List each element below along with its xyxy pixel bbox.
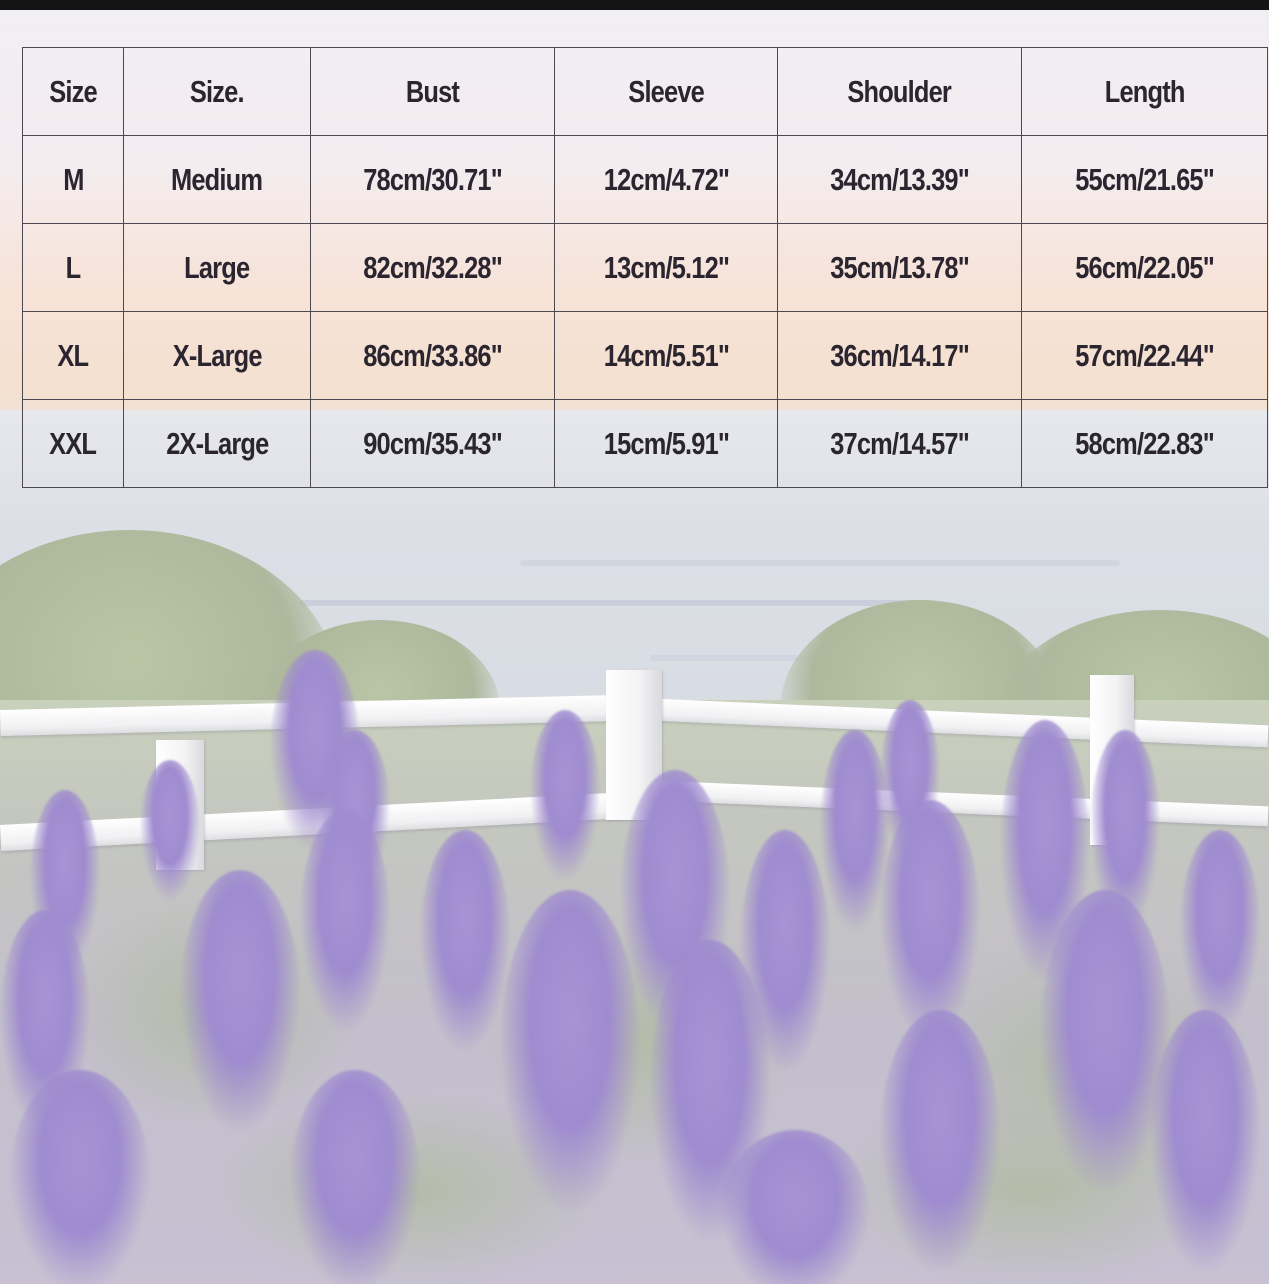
- cell-sleeve: 12cm/4.72": [554, 135, 778, 224]
- lavender-spike: [1150, 1010, 1260, 1270]
- lavender-spike: [10, 1070, 150, 1284]
- cell-length: 58cm/22.83": [1021, 399, 1268, 488]
- table-row: L Large 82cm/32.28" 13cm/5.12" 35cm/13.7…: [22, 223, 1268, 312]
- lavender-spike: [500, 890, 640, 1210]
- cell-size-name: Large: [123, 223, 311, 312]
- cell-length: 55cm/21.65": [1021, 135, 1268, 224]
- header-sleeve: Sleeve: [554, 47, 778, 136]
- cell-size: M: [22, 135, 124, 224]
- cell-bust: 82cm/32.28": [310, 223, 555, 312]
- cell-shoulder: 34cm/13.39": [777, 135, 1022, 224]
- cell-length: 56cm/22.05": [1021, 223, 1268, 312]
- header-length: Length: [1021, 47, 1268, 136]
- cell-size-name: X-Large: [123, 311, 311, 400]
- cell-shoulder: 37cm/14.57": [777, 399, 1022, 488]
- cell-size: XL: [22, 311, 124, 400]
- cell-bust: 78cm/30.71": [310, 135, 555, 224]
- cell-bust: 86cm/33.86": [310, 311, 555, 400]
- lavender-spike: [530, 710, 600, 880]
- wave: [520, 560, 1120, 566]
- lavender-spike: [140, 760, 200, 900]
- size-chart-table: Size Size. Bust Sleeve Shoulder Length M…: [22, 47, 1268, 488]
- cell-bust: 90cm/35.43": [310, 399, 555, 488]
- cell-size: L: [22, 223, 124, 312]
- table-row: M Medium 78cm/30.71" 12cm/4.72" 34cm/13.…: [22, 135, 1268, 224]
- header-shoulder: Shoulder: [777, 47, 1022, 136]
- cell-size: XXL: [22, 399, 124, 488]
- cell-sleeve: 14cm/5.51": [554, 311, 778, 400]
- table-row: XXL 2X-Large 90cm/35.43" 15cm/5.91" 37cm…: [22, 399, 1268, 488]
- header-size: Size: [22, 47, 124, 136]
- lavender-spike: [820, 730, 890, 930]
- lavender-spike: [1180, 830, 1260, 1030]
- table-row: XL X-Large 86cm/33.86" 14cm/5.51" 36cm/1…: [22, 311, 1268, 400]
- wave: [300, 600, 920, 606]
- lavender-spike: [290, 1070, 420, 1284]
- header-size-name: Size.: [123, 47, 311, 136]
- cell-sleeve: 13cm/5.12": [554, 223, 778, 312]
- lavender-spike: [180, 870, 300, 1130]
- lavender-spike: [880, 1010, 1000, 1270]
- cell-size-name: Medium: [123, 135, 311, 224]
- lavender-spike: [300, 810, 390, 1030]
- cell-shoulder: 35cm/13.78": [777, 223, 1022, 312]
- table-header-row: Size Size. Bust Sleeve Shoulder Length: [22, 47, 1268, 136]
- top-bar: [0, 0, 1269, 10]
- header-bust: Bust: [310, 47, 555, 136]
- cell-size-name: 2X-Large: [123, 399, 311, 488]
- cell-length: 57cm/22.44": [1021, 311, 1268, 400]
- lavender-spike: [880, 800, 980, 1040]
- cell-sleeve: 15cm/5.91": [554, 399, 778, 488]
- cell-shoulder: 36cm/14.17": [777, 311, 1022, 400]
- lavender-spike: [420, 830, 510, 1050]
